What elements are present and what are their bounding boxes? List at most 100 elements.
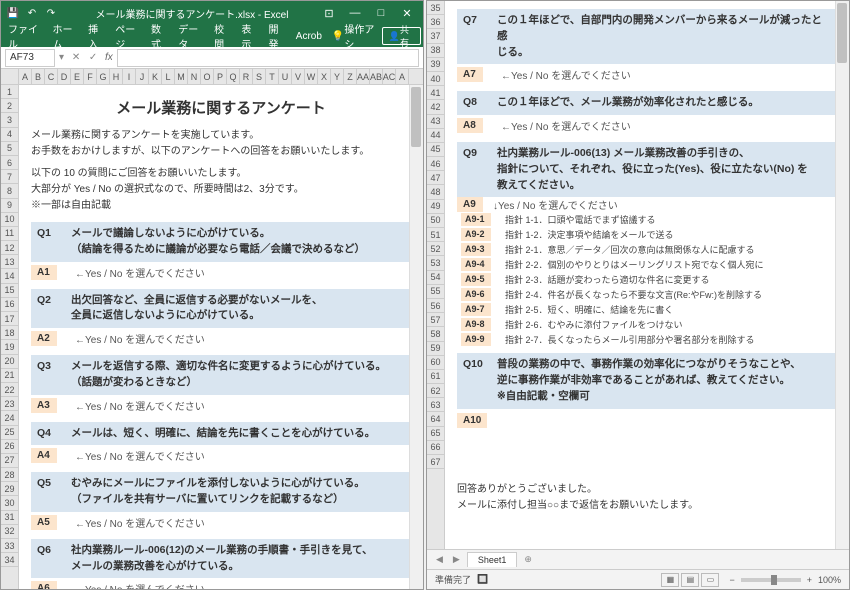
answer-cell[interactable]: A10 bbox=[457, 413, 487, 428]
share-button[interactable]: 👤 共有 bbox=[382, 27, 421, 45]
close-icon[interactable]: ✕ bbox=[395, 3, 419, 23]
row-header[interactable]: 52 bbox=[427, 242, 444, 256]
row-header[interactable]: 39 bbox=[427, 58, 444, 72]
col-header[interactable]: F bbox=[84, 69, 97, 84]
row-header[interactable]: 44 bbox=[427, 129, 444, 143]
col-header[interactable]: L bbox=[162, 69, 175, 84]
row-header[interactable]: 67 bbox=[427, 455, 444, 469]
add-sheet-icon[interactable]: ⊕ bbox=[521, 554, 535, 565]
row-header[interactable]: 2 bbox=[1, 99, 18, 113]
answer-subcell[interactable]: A9-3 bbox=[461, 243, 491, 256]
row-header[interactable]: 60 bbox=[427, 356, 444, 370]
row-header[interactable]: 61 bbox=[427, 370, 444, 384]
row-header[interactable]: 38 bbox=[427, 44, 444, 58]
scrollbar-right[interactable] bbox=[835, 1, 849, 549]
row-header[interactable]: 62 bbox=[427, 384, 444, 398]
col-header[interactable]: M bbox=[175, 69, 188, 84]
col-header[interactable]: U bbox=[279, 69, 292, 84]
col-header[interactable]: W bbox=[305, 69, 318, 84]
sheet-next-icon[interactable]: ▶ bbox=[450, 554, 463, 565]
minimize-icon[interactable]: — bbox=[343, 3, 367, 23]
row-header[interactable]: 50 bbox=[427, 214, 444, 228]
col-header[interactable]: O bbox=[201, 69, 214, 84]
answer-subcell[interactable]: A9-5 bbox=[461, 273, 491, 286]
answer-subcell[interactable]: A9-6 bbox=[461, 288, 491, 301]
row-header[interactable]: 49 bbox=[427, 200, 444, 214]
row-header[interactable]: 64 bbox=[427, 412, 444, 426]
redo-icon[interactable]: ↷ bbox=[43, 5, 59, 21]
tab-acrobat[interactable]: Acrob bbox=[291, 25, 327, 47]
col-header[interactable]: AC bbox=[383, 69, 396, 84]
col-header[interactable]: AB bbox=[370, 69, 383, 84]
col-header[interactable]: AA bbox=[357, 69, 370, 84]
row-header[interactable]: 43 bbox=[427, 115, 444, 129]
answer-subcell[interactable]: A9-4 bbox=[461, 258, 491, 271]
row-header[interactable]: 15 bbox=[1, 284, 18, 298]
sheet-tab-1[interactable]: Sheet1 bbox=[467, 552, 518, 567]
row-header[interactable]: 26 bbox=[1, 440, 18, 454]
row-header[interactable]: 19 bbox=[1, 340, 18, 354]
row-header[interactable]: 63 bbox=[427, 398, 444, 412]
row-header[interactable]: 23 bbox=[1, 397, 18, 411]
row-header[interactable]: 40 bbox=[427, 72, 444, 86]
col-header[interactable]: Q bbox=[227, 69, 240, 84]
row-header[interactable]: 18 bbox=[1, 326, 18, 340]
sheet-prev-icon[interactable]: ◀ bbox=[433, 554, 446, 565]
row-header[interactable]: 58 bbox=[427, 327, 444, 341]
row-header[interactable]: 12 bbox=[1, 241, 18, 255]
answer-cell[interactable]: A3 bbox=[31, 398, 57, 413]
col-header[interactable]: G bbox=[97, 69, 110, 84]
tell-me[interactable]: 💡 操作アシ bbox=[327, 25, 382, 47]
row-header[interactable]: 57 bbox=[427, 313, 444, 327]
sheet-content-right[interactable]: Q7この１年ほどで、自部門内の開発メンバーから来るメールが減ったと感じる。 A7… bbox=[445, 1, 849, 549]
row-header[interactable]: 47 bbox=[427, 171, 444, 185]
col-header[interactable]: I bbox=[123, 69, 136, 84]
col-header[interactable]: A bbox=[396, 69, 409, 84]
col-header[interactable]: S bbox=[253, 69, 266, 84]
col-header[interactable]: X bbox=[318, 69, 331, 84]
col-header[interactable]: N bbox=[188, 69, 201, 84]
row-header[interactable]: 6 bbox=[1, 156, 18, 170]
row-header[interactable]: 11 bbox=[1, 227, 18, 241]
col-header[interactable]: A bbox=[19, 69, 32, 84]
row-header[interactable]: 22 bbox=[1, 383, 18, 397]
row-header[interactable]: 16 bbox=[1, 298, 18, 312]
answer-cell[interactable]: A9 bbox=[457, 197, 483, 212]
row-header[interactable]: 7 bbox=[1, 170, 18, 184]
row-header[interactable]: 31 bbox=[1, 511, 18, 525]
tab-formula[interactable]: 数式 bbox=[146, 25, 173, 47]
maximize-icon[interactable]: □ bbox=[369, 3, 393, 23]
col-header[interactable]: B bbox=[32, 69, 45, 84]
row-header[interactable]: 35 bbox=[427, 1, 444, 15]
answer-cell[interactable]: A6 bbox=[31, 581, 57, 589]
answer-cell[interactable]: A4 bbox=[31, 448, 57, 463]
sheet-content[interactable]: メール業務に関するアンケート メール業務に関するアンケートを実施しています。 お… bbox=[19, 85, 423, 589]
row-header[interactable]: 36 bbox=[427, 15, 444, 29]
col-header[interactable]: E bbox=[71, 69, 84, 84]
answer-cell[interactable]: A2 bbox=[31, 331, 57, 346]
answer-cell[interactable]: A5 bbox=[31, 515, 57, 530]
row-header[interactable]: 42 bbox=[427, 100, 444, 114]
view-page-icon[interactable]: ▤ bbox=[681, 573, 699, 587]
view-break-icon[interactable]: ▭ bbox=[701, 573, 719, 587]
row-header[interactable]: 17 bbox=[1, 312, 18, 326]
row-header[interactable]: 55 bbox=[427, 285, 444, 299]
row-header[interactable]: 3 bbox=[1, 113, 18, 127]
col-header[interactable]: D bbox=[58, 69, 71, 84]
tab-view[interactable]: 表示 bbox=[236, 25, 263, 47]
col-header[interactable]: K bbox=[149, 69, 162, 84]
row-header[interactable]: 56 bbox=[427, 299, 444, 313]
answer-subcell[interactable]: A9-9 bbox=[461, 333, 491, 346]
save-icon[interactable]: 💾 bbox=[5, 5, 21, 21]
row-header[interactable]: 53 bbox=[427, 256, 444, 270]
row-header[interactable]: 9 bbox=[1, 199, 18, 213]
col-header[interactable]: T bbox=[266, 69, 279, 84]
col-header[interactable]: R bbox=[240, 69, 253, 84]
tab-page[interactable]: ページ bbox=[110, 25, 146, 47]
cancel-fx-icon[interactable]: ✕ bbox=[68, 50, 84, 66]
row-header[interactable]: 5 bbox=[1, 142, 18, 156]
row-header[interactable]: 28 bbox=[1, 468, 18, 482]
row-header[interactable]: 41 bbox=[427, 86, 444, 100]
account-icon[interactable]: ⊡ bbox=[317, 3, 341, 23]
row-header[interactable]: 66 bbox=[427, 441, 444, 455]
